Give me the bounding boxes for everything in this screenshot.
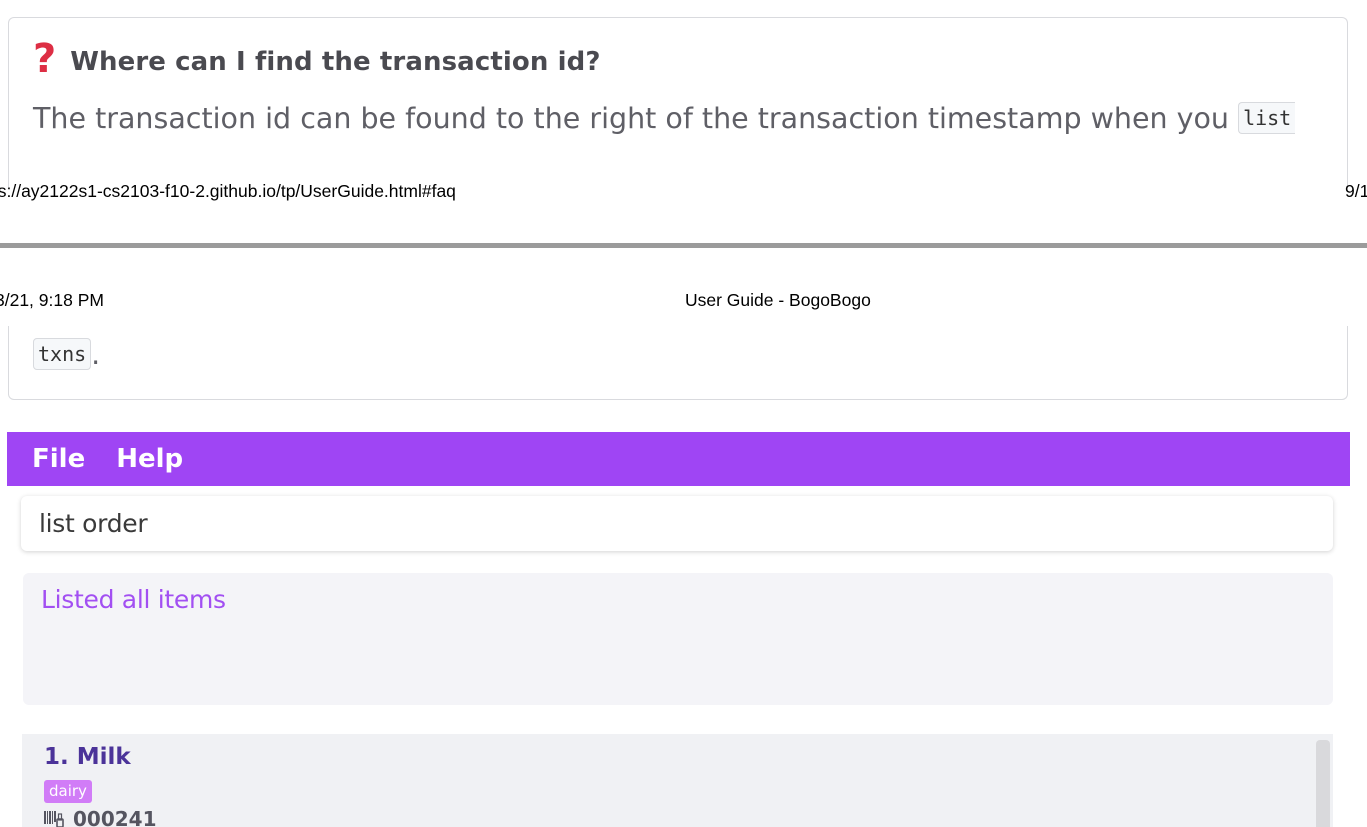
item-tag: dairy xyxy=(44,780,92,803)
faq-answer-continuation: txns. xyxy=(33,338,100,371)
print-header-title: User Guide - BogoBogo xyxy=(685,290,871,310)
print-footer-url: ps://ay2122s1-cs2103-f10-2.github.io/tp/… xyxy=(0,181,456,201)
faq-answer-period: . xyxy=(91,338,101,371)
print-header-datetime: 3/21, 9:18 PM xyxy=(0,290,104,310)
faq-card-continuation: txns. xyxy=(8,326,1348,400)
command-box[interactable]: list order xyxy=(21,496,1333,551)
menu-file[interactable]: File xyxy=(32,444,85,474)
question-mark-icon: ? xyxy=(33,36,57,82)
faq-answer-text: The transaction id can be found to the r… xyxy=(33,102,1239,135)
faq-heading: ? Where can I find the transaction id? xyxy=(33,36,601,82)
barcode-icon xyxy=(44,811,64,827)
item-id: 000241 xyxy=(73,807,157,827)
menu-bar: File Help xyxy=(7,432,1350,486)
faq-card: ? Where can I find the transaction id? T… xyxy=(8,17,1348,187)
faq-question: Where can I find the transaction id? xyxy=(70,47,601,77)
item-title: 1. Milk xyxy=(44,744,131,770)
result-display: Listed all items xyxy=(23,573,1333,705)
result-message: Listed all items xyxy=(41,585,226,614)
list-scrollbar[interactable] xyxy=(1316,740,1330,827)
inline-code-list: list xyxy=(1238,102,1296,134)
page-break-divider xyxy=(0,243,1367,248)
command-input[interactable]: list order xyxy=(39,509,148,538)
inline-code-txns: txns xyxy=(33,338,92,370)
print-footer-page-number: 9/1 xyxy=(1345,181,1367,201)
faq-answer: The transaction id can be found to the r… xyxy=(33,102,1296,135)
menu-help[interactable]: Help xyxy=(116,444,183,474)
item-list-panel: 1. Milk dairy 000241 xyxy=(22,734,1333,827)
item-id-row: 000241 xyxy=(44,807,157,827)
app-screenshot: File Help list order Listed all items 1.… xyxy=(7,432,1350,827)
